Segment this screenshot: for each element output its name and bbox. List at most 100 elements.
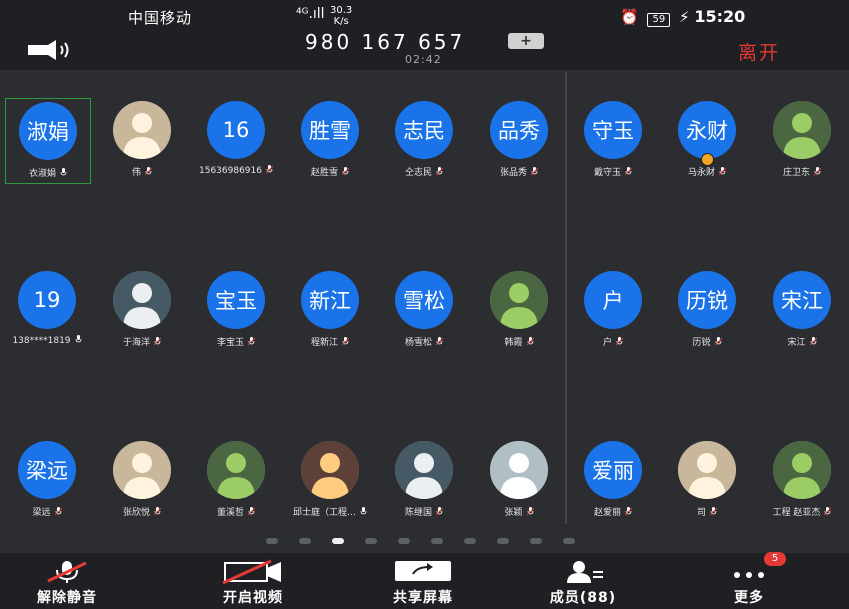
members-button[interactable]: 成员(88) <box>528 553 638 609</box>
participant-name: 程新江 <box>310 338 338 348</box>
participant-name-row: 董溪哲 <box>184 505 288 518</box>
participant-name-row: 戴守玉 <box>561 165 665 178</box>
participant-tile[interactable]: 守玉 戴守玉 <box>571 98 655 182</box>
mic-icon <box>248 337 255 346</box>
avatar-initials: 新江 <box>309 289 351 313</box>
participant-tile[interactable]: 伟 <box>100 98 184 182</box>
avatar-initials: 淑娟 <box>27 120 69 144</box>
participant-name: 15636986916 <box>199 166 262 176</box>
security-shield-icon[interactable]: + <box>508 33 544 49</box>
participant-avatar: 梁远 <box>18 441 76 499</box>
speaker-icon <box>28 40 69 60</box>
participant-tile[interactable]: 淑娟 衣淑娟 <box>5 98 91 184</box>
participant-tile[interactable]: 韩霞 <box>477 268 561 352</box>
page-dot[interactable] <box>299 538 311 544</box>
mic-icon <box>154 337 161 346</box>
unmute-label: 解除静音 <box>37 590 97 606</box>
participant-tile[interactable]: 品秀 张品秀 <box>477 98 561 182</box>
participant-avatar: 胜雪 <box>301 101 359 159</box>
participant-name-row: 马永财 <box>655 165 759 178</box>
mic-icon <box>436 167 443 176</box>
start-video-button[interactable]: 开启视频 <box>198 553 308 609</box>
participant-tile[interactable]: 永财 马永财 <box>665 98 749 182</box>
participant-tile[interactable]: 爱丽 赵爱丽 <box>571 438 655 522</box>
participant-avatar: 新江 <box>301 271 359 329</box>
profile-photo <box>113 101 171 159</box>
participant-tile[interactable]: 工程 赵亚杰 <box>760 438 844 522</box>
profile-photo <box>490 271 548 329</box>
speaker-toggle-button[interactable] <box>28 40 74 60</box>
share-screen-button[interactable]: 共享屏幕 <box>368 553 478 609</box>
participant-tile[interactable]: 庄卫东 <box>760 98 844 182</box>
mic-icon <box>54 507 62 516</box>
profile-photo <box>773 101 831 159</box>
leave-button[interactable]: 离开 <box>738 38 780 65</box>
participant-tile[interactable]: 司 <box>665 438 749 522</box>
participant-name-row: 邱士庭（工程… <box>278 505 382 518</box>
participant-tile[interactable]: 于海洋 <box>100 268 184 352</box>
participant-tile[interactable]: 雪松 杨雪松 <box>382 268 466 352</box>
alarm-icon: ⏰ <box>620 8 639 26</box>
participant-tile[interactable]: 宋江 宋江 <box>760 268 844 352</box>
participant-avatar: 宋江 <box>773 271 831 329</box>
participant-avatar: 历锐 <box>678 271 736 329</box>
participant-name: 陈继国 <box>404 508 432 518</box>
profile-photo <box>395 441 453 499</box>
avatar-initials: 永财 <box>686 119 728 143</box>
page-dot[interactable] <box>365 538 377 544</box>
profile-photo <box>301 441 359 499</box>
unmute-button[interactable]: 解除静音 <box>12 553 122 609</box>
avatar-initials: 宝玉 <box>215 289 257 313</box>
more-button[interactable]: 更多 <box>694 553 804 609</box>
participant-avatar <box>678 441 736 499</box>
participant-tile[interactable]: 新江 程新江 <box>288 268 372 352</box>
page-dot[interactable] <box>332 538 344 544</box>
participant-avatar <box>207 441 265 499</box>
participant-tile[interactable]: 16 15636986916 <box>194 98 278 182</box>
participant-tile[interactable]: 历锐 历锐 <box>665 268 749 352</box>
participant-tile[interactable]: 19 138****1819 <box>5 268 89 352</box>
participant-name-row: 赵爱丽 <box>561 505 665 518</box>
page-dot[interactable] <box>497 538 509 544</box>
participant-name: 邱士庭（工程… <box>292 508 356 518</box>
page-dot[interactable] <box>398 538 410 544</box>
page-dot[interactable] <box>464 538 476 544</box>
page-dot[interactable] <box>266 538 278 544</box>
participant-name-row: 赵胜雪 <box>278 165 382 178</box>
mic-icon <box>342 337 349 346</box>
page-dot[interactable] <box>530 538 542 544</box>
participant-name-row: 张欣悦 <box>90 505 194 518</box>
participant-name-row: 张颖 <box>467 505 571 518</box>
mic-icon <box>342 167 349 176</box>
page-divider <box>565 72 567 524</box>
participant-name: 赵爱丽 <box>593 508 621 518</box>
bottom-toolbar: 解除静音 开启视频 共享屏幕 成员(88) 更多 <box>0 553 849 609</box>
meeting-id[interactable]: 980 167 657 <box>305 30 465 54</box>
participant-tile[interactable]: 梁远 梁远 <box>5 438 89 522</box>
participant-name-row: 司 <box>655 505 759 518</box>
participant-tile[interactable]: 户户 <box>571 268 655 352</box>
participant-tile[interactable]: 董溪哲 <box>194 438 278 522</box>
mic-icon <box>75 335 81 343</box>
participant-name-row: 张品秀 <box>467 165 571 178</box>
participant-name-row: 陈继国 <box>372 505 476 518</box>
participant-name: 138****1819 <box>12 336 71 346</box>
participant-tile[interactable]: 志民 仝志民 <box>382 98 466 182</box>
page-dot[interactable] <box>431 538 443 544</box>
participant-tile[interactable]: 张颖 <box>477 438 561 522</box>
participant-tile[interactable]: 张欣悦 <box>100 438 184 522</box>
members-icon <box>567 561 603 583</box>
participant-name: 董溪哲 <box>216 508 244 518</box>
participant-tile[interactable]: 邱士庭（工程… <box>288 438 372 522</box>
avatar-initials: 历锐 <box>686 289 728 313</box>
page-dot[interactable] <box>563 538 575 544</box>
profile-photo <box>207 441 265 499</box>
participant-tile[interactable]: 宝玉 李宝玉 <box>194 268 278 352</box>
muted-mic-icon <box>47 561 87 583</box>
avatar-initials: 品秀 <box>498 119 540 143</box>
avatar-initials: 雪松 <box>403 289 445 313</box>
meeting-duration: 02:42 <box>405 53 442 66</box>
avatar-initials: 梁远 <box>26 459 68 483</box>
participant-tile[interactable]: 陈继国 <box>382 438 466 522</box>
participant-tile[interactable]: 胜雪 赵胜雪 <box>288 98 372 182</box>
